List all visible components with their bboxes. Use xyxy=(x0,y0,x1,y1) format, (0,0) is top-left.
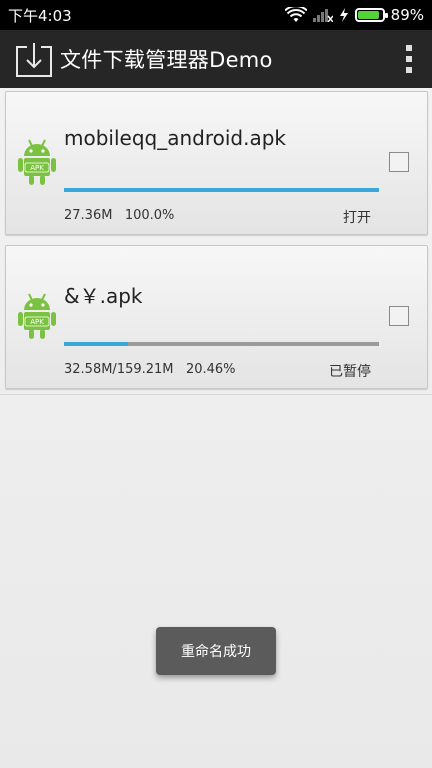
battery-fill xyxy=(357,11,380,19)
overflow-menu-icon[interactable] xyxy=(402,45,416,73)
file-size: 32.58M/159.21M xyxy=(64,362,174,377)
android-apk-icon: APK xyxy=(18,293,56,339)
select-checkbox[interactable] xyxy=(389,152,409,172)
page-title: 文件下载管理器Demo xyxy=(60,48,273,72)
list-divider xyxy=(0,394,432,395)
file-size: 27.36M xyxy=(64,208,113,223)
size-info: 27.36M 100.0% xyxy=(64,208,174,223)
download-item[interactable]: APK mobileqq_android.apk 27.36M 100.0% 打… xyxy=(5,91,428,235)
status-icons: 89% xyxy=(284,6,424,24)
progress-fill xyxy=(64,342,129,346)
signal-icon xyxy=(312,9,333,22)
charging-icon xyxy=(339,8,348,22)
progress-bar xyxy=(64,188,379,192)
svg-text:APK: APK xyxy=(30,164,44,172)
download-item[interactable]: APK &￥.apk 32.58M/159.21M 20.46% 已暂停 xyxy=(5,245,428,389)
progress-bar xyxy=(64,342,379,346)
file-name: mobileqq_android.apk xyxy=(64,126,287,150)
paused-status[interactable]: 已暂停 xyxy=(329,361,371,381)
download-icon[interactable] xyxy=(14,39,54,79)
battery-icon xyxy=(354,8,388,22)
select-checkbox[interactable] xyxy=(389,306,409,326)
size-info: 32.58M/159.21M 20.46% xyxy=(64,362,236,377)
svg-text:APK: APK xyxy=(30,318,44,326)
status-time: 下午4:03 xyxy=(8,6,72,25)
wifi-icon xyxy=(284,7,307,22)
open-action[interactable]: 打开 xyxy=(343,207,371,227)
download-percent: 20.46% xyxy=(185,362,236,377)
action-bar: 文件下载管理器Demo xyxy=(0,30,432,88)
progress-fill xyxy=(64,188,379,192)
battery-level: 89% xyxy=(390,6,424,24)
file-name: &￥.apk xyxy=(64,284,143,308)
status-bar: 下午4:03 89% xyxy=(0,0,432,30)
download-percent: 100.0% xyxy=(124,208,175,223)
android-apk-icon: APK xyxy=(18,139,56,185)
toast-message: 重命名成功 xyxy=(156,627,276,675)
